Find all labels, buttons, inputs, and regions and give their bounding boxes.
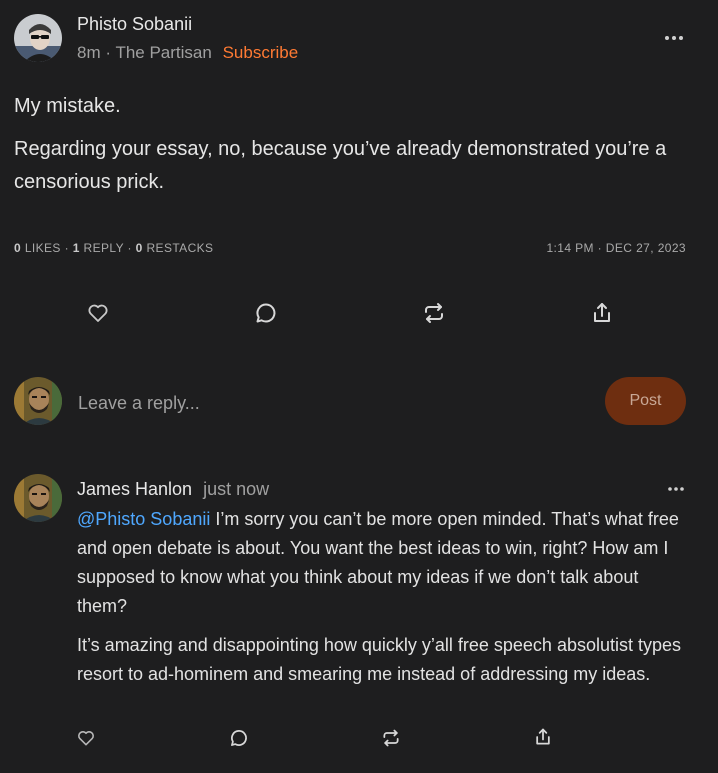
meta-separator: · <box>105 43 112 62</box>
replies-stat[interactable]: 1 REPLY <box>73 241 124 255</box>
comment-paragraph: It’s amazing and disappointing how quick… <box>77 635 682 684</box>
post-paragraph: My mistake. <box>14 95 121 117</box>
share-icon[interactable] <box>590 301 614 325</box>
post-paragraph: Regarding your essay, no, because you’ve… <box>14 138 667 193</box>
heart-icon[interactable] <box>76 728 96 748</box>
post-meta: 8m · The Partisan Subscribe <box>77 43 298 63</box>
restack-icon[interactable] <box>422 301 446 325</box>
more-horizontal-icon[interactable] <box>665 479 687 499</box>
comment-paragraph: @Phisto Sobanii I’m sorry you can’t be m… <box>77 509 679 616</box>
share-icon[interactable] <box>533 727 553 747</box>
comment-author-name[interactable]: James Hanlon <box>77 479 192 499</box>
subscribe-link[interactable]: Subscribe <box>223 43 299 62</box>
comment-body: @Phisto Sobanii I’m sorry you can’t be m… <box>77 505 687 689</box>
more-horizontal-icon[interactable] <box>662 28 686 48</box>
comment-bubble-icon[interactable] <box>229 728 249 748</box>
post-author-avatar[interactable] <box>14 14 62 62</box>
restack-icon[interactable] <box>381 728 401 748</box>
comment-bubble-icon[interactable] <box>254 301 278 325</box>
post-timestamp[interactable]: 1:14 PM · DEC 27, 2023 <box>546 241 686 255</box>
post-reply-button[interactable]: Post <box>605 377 686 425</box>
publication-name[interactable]: The Partisan <box>115 43 211 62</box>
restacks-stat[interactable]: 0 RESTACKS <box>136 241 214 255</box>
post-age: 8m <box>77 43 101 62</box>
reply-input[interactable] <box>78 388 578 418</box>
current-user-avatar <box>14 377 62 425</box>
post-body: My mistake. Regarding your essay, no, be… <box>14 90 694 199</box>
comment-author-avatar[interactable] <box>14 474 62 522</box>
comment-age[interactable]: just now <box>203 479 269 499</box>
comment-header: James Hanlon just now <box>77 479 269 500</box>
post-author-name[interactable]: Phisto Sobanii <box>77 14 192 35</box>
mention-link[interactable]: @Phisto Sobanii <box>77 509 210 529</box>
heart-icon[interactable] <box>86 301 110 325</box>
post-stats: 0 LIKES · 1 REPLY · 0 RESTACKS <box>14 241 214 255</box>
likes-stat[interactable]: 0 LIKES <box>14 241 61 255</box>
